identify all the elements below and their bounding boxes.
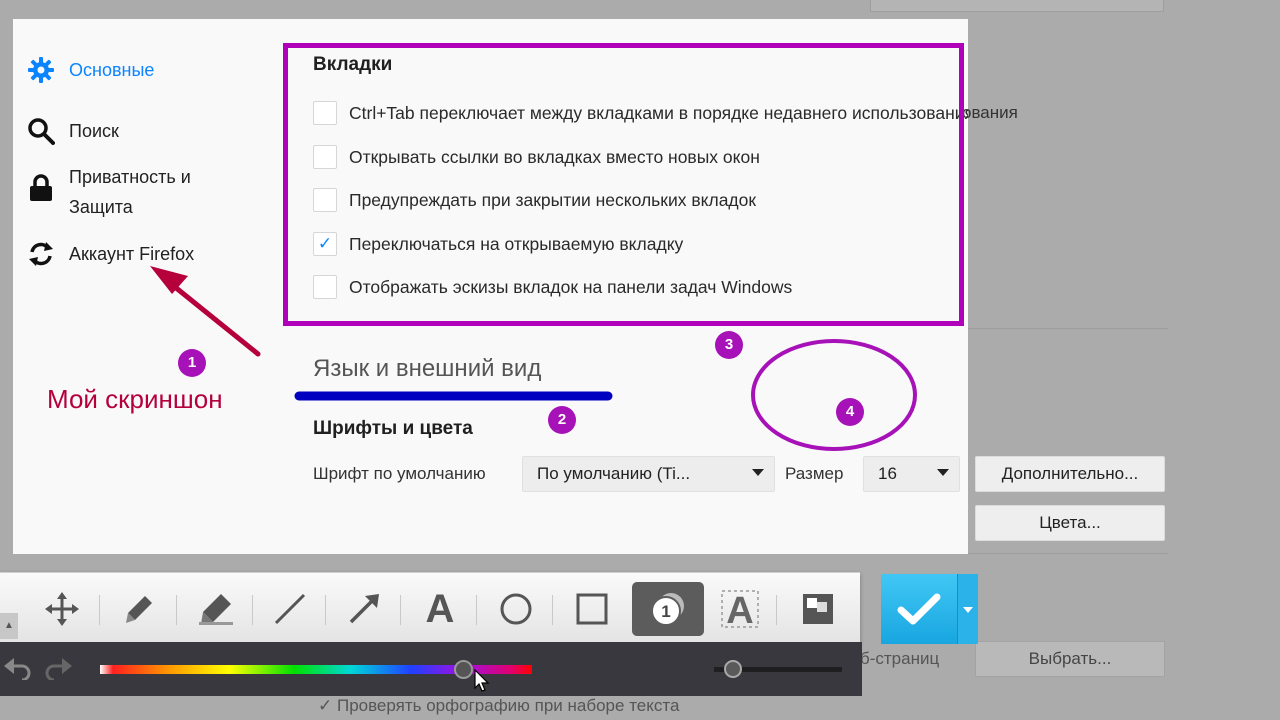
- annotation-arrow: [150, 266, 261, 357]
- color-slider-handle[interactable]: [454, 660, 473, 679]
- editor-toolbar: ▲ A 1 A: [0, 572, 860, 642]
- confirm-dropdown-button[interactable]: [957, 574, 978, 644]
- blur-icon[interactable]: [790, 582, 846, 636]
- toolbar-separator: [476, 595, 477, 625]
- toolbar-separator: [252, 595, 253, 625]
- toolbar-separator: [400, 595, 401, 625]
- marker-icon[interactable]: [188, 582, 244, 636]
- arrow-icon[interactable]: [336, 582, 392, 636]
- undo-icon[interactable]: [4, 656, 32, 680]
- mouse-cursor-icon: [474, 669, 490, 692]
- step-badge: 1: [178, 349, 206, 377]
- annotation-ellipse: [751, 339, 917, 451]
- step-number-glyph: 1: [661, 602, 670, 621]
- step-badge: 2: [548, 406, 576, 434]
- toolbar-separator: [99, 595, 100, 625]
- rectangle-icon[interactable]: [564, 582, 620, 636]
- confirm-button[interactable]: [881, 574, 957, 644]
- line-icon[interactable]: [262, 582, 318, 636]
- text-icon[interactable]: A: [412, 582, 468, 636]
- toolbar-separator: [325, 595, 326, 625]
- outline-text-icon[interactable]: A: [712, 582, 768, 636]
- ellipse-icon[interactable]: [488, 582, 544, 636]
- annotation-caption: Мой скриншон: [47, 384, 223, 414]
- toolbar-separator: [776, 595, 777, 625]
- toolbar-separator: [552, 595, 553, 625]
- size-slider-handle[interactable]: [724, 660, 742, 678]
- chevron-down-icon: [963, 607, 973, 613]
- collapse-toolbar-icon[interactable]: ▲: [0, 613, 18, 639]
- pencil-icon[interactable]: [112, 582, 168, 636]
- checkmark-icon: [897, 593, 941, 625]
- redo-icon[interactable]: [44, 656, 72, 680]
- step-badge: 4: [836, 398, 864, 426]
- step-badge: 3: [715, 331, 743, 359]
- outline-text-glyph: A: [726, 590, 753, 629]
- toolbar-separator: [176, 595, 177, 625]
- move-icon[interactable]: [34, 582, 90, 636]
- step-number-icon[interactable]: 1: [632, 582, 704, 636]
